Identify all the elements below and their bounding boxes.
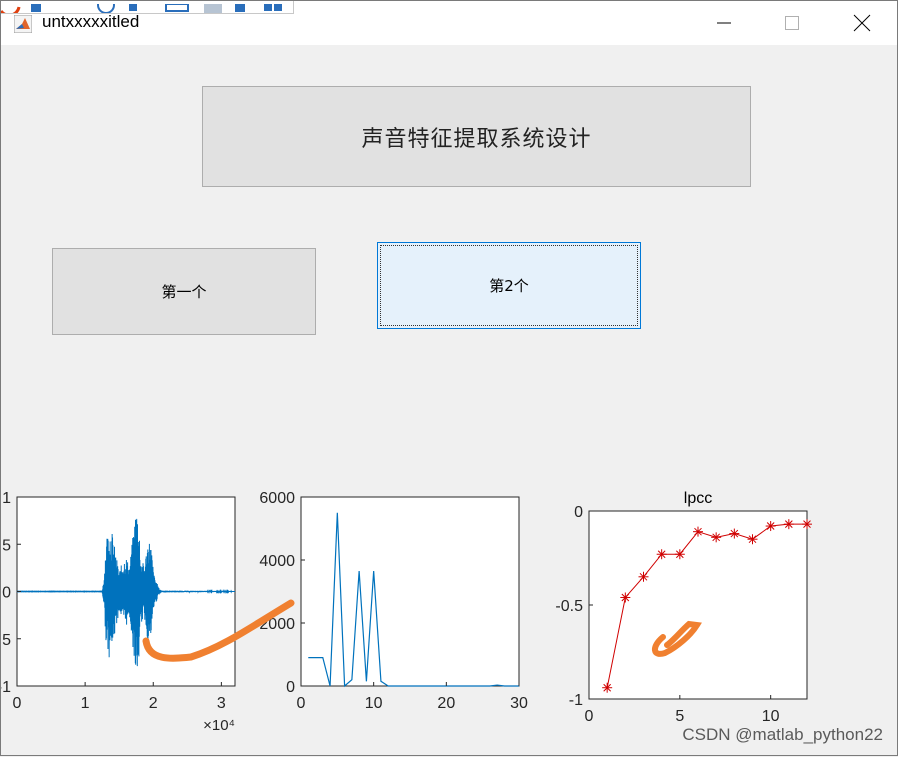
spectrum-x-tick-label: 20	[437, 695, 455, 712]
minimize-button[interactable]	[691, 1, 757, 45]
lpcc-x-tick-label: 0	[585, 708, 594, 725]
lpcc-title: lpcc	[684, 490, 712, 507]
waveform-y-tick-label: 1	[2, 490, 11, 507]
waveform-y-tick-label: 0.5	[1, 537, 11, 554]
spectrum-y-tick-label: 4000	[259, 553, 295, 570]
lpcc-plot-area	[588, 510, 808, 700]
lpcc-y-tick-label: -0.5	[555, 598, 583, 615]
waveform-y-tick-label: -1	[1, 679, 11, 696]
lpcc-axes: lpcc 0 5 10 0 -0.5 -1	[555, 490, 812, 725]
first-feature-button[interactable]: 第一个	[52, 248, 316, 335]
csdn-watermark: CSDN @matlab_python22	[682, 725, 883, 744]
waveform-x-tick-label: 0	[13, 695, 22, 712]
lpcc-y-tick-label: 0	[574, 504, 583, 521]
spectrum-chart: 0 10 20 30 6000 4000 2000 0	[259, 490, 528, 712]
waveform-x-tick-label: 1	[81, 695, 90, 712]
lpcc-x-tick-label: 10	[762, 708, 780, 725]
spectrum-axes: 0 10 20 30 6000 4000 2000 0	[259, 490, 528, 712]
lpcc-chart: lpcc 0 5 10 0 -0.5 -1	[555, 490, 812, 725]
waveform-x-exponent: ×10⁴	[203, 717, 235, 734]
waveform-x-tick-label: 3	[217, 695, 226, 712]
spectrum-y-tick-label: 6000	[259, 490, 295, 507]
spectrum-x-tick-label: 0	[297, 695, 306, 712]
window-title: untxxxxxitled	[42, 12, 140, 31]
app-header-title: 声音特征提取系统设计	[202, 86, 751, 187]
minimize-icon	[717, 22, 731, 24]
spectrum-y-tick-label: 2000	[259, 616, 295, 633]
maximize-icon	[785, 16, 799, 30]
second-feature-button[interactable]: 第2个	[377, 242, 641, 329]
lpcc-x-tick-label: 5	[675, 708, 684, 725]
matlab-logo-icon	[14, 15, 32, 33]
close-button[interactable]	[829, 1, 895, 45]
close-icon	[853, 14, 871, 32]
maximize-button[interactable]	[759, 1, 825, 45]
waveform-y-tick-label: -0.5	[1, 632, 11, 649]
waveform-x-tick-label: 2	[149, 695, 158, 712]
spectrum-x-tick-label: 30	[510, 695, 528, 712]
lpcc-y-tick-label: -1	[569, 692, 583, 709]
waveform-y-tick-label: 0	[2, 585, 11, 602]
app-window: untxxxxxitled 声音特征提取系统设计 第一个 第2个 0 1 2 3 1 0.…	[0, 0, 898, 756]
title-bar: untxxxxxitled	[1, 1, 897, 45]
waveform-axes: 0 1 2 3 1 0.5 0 -0.5 -1 ×10⁴	[1, 490, 236, 734]
spectrum-x-tick-label: 10	[365, 695, 383, 712]
spectrum-y-tick-label: 0	[286, 679, 295, 696]
waveform-chart: 0 1 2 3 1 0.5 0 -0.5 -1 ×10⁴	[1, 490, 236, 734]
